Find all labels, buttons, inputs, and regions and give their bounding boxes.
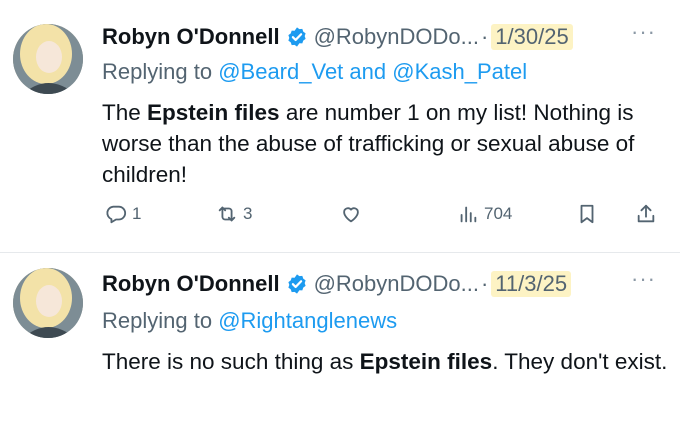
bookmark-button[interactable] (576, 203, 598, 225)
verified-badge-icon (287, 27, 306, 47)
tweet-text: The Epstein files are number 1 on my lis… (102, 97, 672, 190)
tweet-text-part: . They don't exist. (492, 349, 668, 374)
reply-button[interactable]: 1 (105, 203, 141, 225)
replying-prefix: Replying to (102, 308, 213, 333)
replying-to: Replying to @Rightanglenews (102, 308, 397, 334)
tweet-1[interactable]: Robyn O'Donnell @RobynDODo... · 1/30/25 … (0, 0, 680, 253)
author-handle[interactable]: @RobynDODo... (314, 24, 479, 50)
tweet-date[interactable]: 1/30/25 (491, 24, 573, 50)
share-button[interactable] (635, 203, 657, 225)
views-button[interactable]: 704 (457, 203, 512, 225)
more-options-icon[interactable]: ··· (631, 266, 656, 292)
tweet-text-part: The (102, 100, 148, 125)
author-handle[interactable]: @RobynDODo... (314, 271, 479, 297)
replying-to: Replying to @Beard_Vet and @Kash_Patel (102, 59, 527, 85)
bookmark-icon (580, 204, 594, 224)
avatar[interactable] (13, 24, 83, 94)
avatar[interactable] (13, 268, 83, 338)
avatar-photo (13, 268, 83, 338)
reply-count: 1 (132, 204, 142, 223)
replying-prefix: Replying to (102, 59, 213, 84)
tweet-text-part: There is no such thing as (102, 349, 360, 374)
heart-icon (343, 207, 359, 223)
separator-dot: · (480, 271, 489, 296)
repost-button[interactable]: 3 (216, 203, 252, 225)
tweet-date[interactable]: 11/3/25 (491, 271, 572, 297)
avatar-photo (13, 24, 83, 94)
separator-dot: · (480, 24, 489, 49)
repost-count: 3 (243, 204, 253, 223)
tweet-actions: 1 3 704 (102, 203, 662, 233)
reply-mention-link[interactable]: @Beard_Vet (218, 59, 343, 84)
views-count: 704 (484, 204, 513, 223)
like-button[interactable] (340, 203, 362, 225)
tweet-text: There is no such thing as Epstein files.… (102, 346, 672, 377)
tweet-text-bold: Epstein files (147, 100, 280, 125)
more-options-icon[interactable]: ··· (631, 19, 656, 45)
reply-mention-link[interactable]: @Rightanglenews (218, 308, 397, 333)
repost-icon (218, 206, 236, 222)
verified-badge-icon (287, 274, 306, 294)
views-icon (460, 206, 477, 223)
author-name[interactable]: Robyn O'Donnell (102, 271, 280, 297)
tweet-text-bold: Epstein files (359, 349, 493, 374)
reply-icon (106, 205, 127, 224)
reply-mention-joiner: and (349, 59, 387, 84)
share-icon (637, 204, 655, 223)
author-name[interactable]: Robyn O'Donnell (102, 24, 280, 50)
tweet-2[interactable]: Robyn O'Donnell @RobynDODo... · 11/3/25 … (0, 253, 680, 422)
reply-mention-link[interactable]: @Kash_Patel (392, 59, 527, 84)
